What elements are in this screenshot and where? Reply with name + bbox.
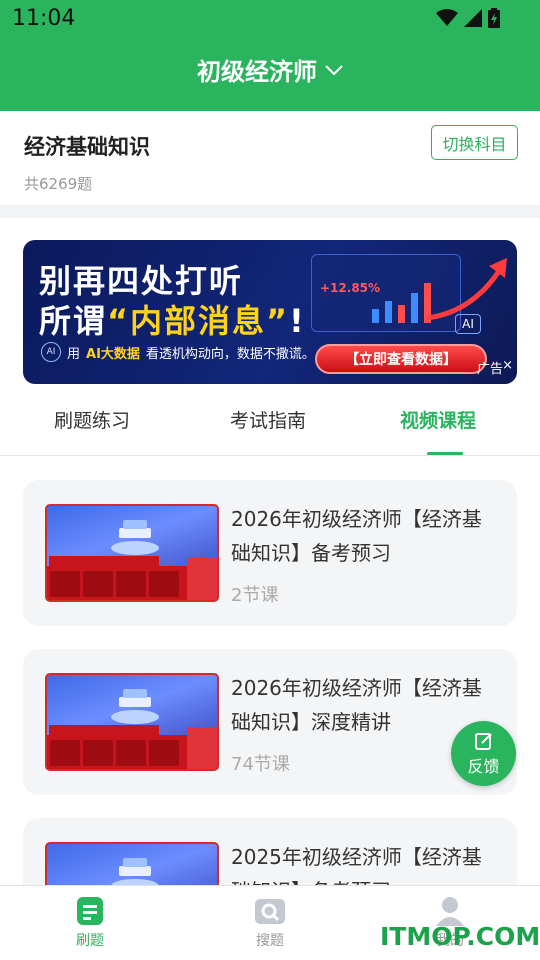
- book-stack-icon: [111, 520, 159, 555]
- ai-box: AI: [455, 314, 481, 334]
- nav-label: 搜题: [256, 933, 284, 949]
- ad-banner[interactable]: 别再四处打听 所谓“内部消息”! +12.85% AI AI 用 AI大数据 看透机…: [23, 240, 517, 384]
- banner-cta-button[interactable]: 【立即查看数据】: [315, 344, 487, 374]
- tab-exam-guide[interactable]: 考试指南: [230, 406, 306, 433]
- banner-sub-suffix: 看透机构动向，数据不撒谎。: [145, 346, 315, 362]
- tab-video-course[interactable]: 视频课程: [400, 406, 476, 433]
- thumb-cell: [116, 740, 146, 766]
- chevron-down-icon: [325, 64, 343, 75]
- nav-item-search[interactable]: 搜题: [230, 896, 310, 950]
- course-title: 2026年初级经济师【经济基础知识】备考预习: [231, 507, 482, 565]
- tab-bar: 刷题练习 考试指南 视频课程: [0, 396, 540, 456]
- status-icons: [436, 8, 500, 28]
- thumb-side: [187, 727, 217, 769]
- thumb-cell: [83, 740, 113, 766]
- banner-sub-prefix: 用: [67, 346, 81, 362]
- dashboard-bar: [411, 293, 418, 323]
- banner-line2-prefix: 所谓: [39, 302, 108, 340]
- thumb-side: [187, 558, 217, 600]
- thumb-cells: [50, 740, 179, 766]
- thumb-cell: [149, 740, 179, 766]
- tab-indicator: [427, 452, 463, 455]
- course-thumbnail: [45, 842, 219, 885]
- thumb-cell: [50, 740, 80, 766]
- thumb-cell: [50, 571, 80, 597]
- nav-label: 刷题: [76, 933, 104, 949]
- document-icon: [77, 897, 103, 925]
- course-lessons: 2节课: [231, 585, 279, 606]
- thumb-cell: [116, 571, 146, 597]
- course-title: 2025年初级经济师【经济基础知识】备考预习: [231, 845, 482, 885]
- book-stack-icon: [111, 689, 159, 724]
- course-card[interactable]: 2025年初级经济师【经济基础知识】备考预习: [23, 818, 517, 885]
- thumb-strip: [49, 556, 159, 566]
- question-count: 共6269题: [24, 175, 93, 193]
- subject-card: 经济基础知识 共6269题 切换科目: [0, 111, 540, 205]
- page-title: 初级经济师: [197, 58, 317, 86]
- course-lessons: 74节课: [231, 754, 290, 775]
- course-card[interactable]: 2026年初级经济师【经济基础知识】备考预习 2节课: [23, 480, 517, 626]
- wifi-icon: [436, 9, 458, 26]
- course-thumbnail: [45, 504, 219, 602]
- ad-tag: 广告: [476, 362, 503, 377]
- ai-badge-icon: AI: [41, 342, 61, 362]
- ad-close-icon[interactable]: ×: [502, 358, 513, 373]
- course-card[interactable]: 2026年初级经济师【经济基础知识】深度精讲 74节课: [23, 649, 517, 795]
- tab-practice[interactable]: 刷题练习: [54, 406, 130, 433]
- course-thumbnail: [45, 673, 219, 771]
- status-bar: 11:04: [0, 0, 540, 36]
- banner-sub-highlight: AI大数据: [86, 346, 140, 362]
- dashboard-bar: [372, 309, 379, 323]
- dashboard-bar: [398, 305, 405, 323]
- dashboard-bar: [385, 301, 392, 323]
- feedback-button[interactable]: 反馈: [451, 721, 516, 786]
- battery-icon: [488, 8, 500, 28]
- feedback-label: 反馈: [467, 756, 500, 776]
- nav-item-practice[interactable]: 刷题: [50, 896, 130, 950]
- signal-icon: [464, 9, 482, 27]
- banner-line2-highlight: “内部消息”: [107, 302, 290, 340]
- thumb-strip: [49, 725, 159, 735]
- banner-line2: 所谓“内部消息”!: [39, 296, 306, 342]
- thumb-cell: [149, 571, 179, 597]
- app-header: 11:04 初级经济师: [0, 0, 540, 111]
- edit-icon: [474, 732, 492, 750]
- banner-subline: AI 用 AI大数据 看透机构动向，数据不撒谎。: [41, 342, 315, 362]
- switch-subject-button[interactable]: 切换科目: [431, 125, 518, 160]
- thumb-cell: [83, 571, 113, 597]
- status-time: 11:04: [12, 6, 76, 31]
- exam-selector[interactable]: 初级经济师: [0, 52, 540, 87]
- book-stack-icon: [111, 858, 159, 885]
- search-icon: [255, 899, 285, 924]
- watermark: ITMOP.COM: [380, 922, 540, 951]
- banner-line2-suffix: !: [289, 302, 306, 340]
- subject-name: 经济基础知识: [24, 135, 150, 159]
- thumb-cells: [50, 571, 179, 597]
